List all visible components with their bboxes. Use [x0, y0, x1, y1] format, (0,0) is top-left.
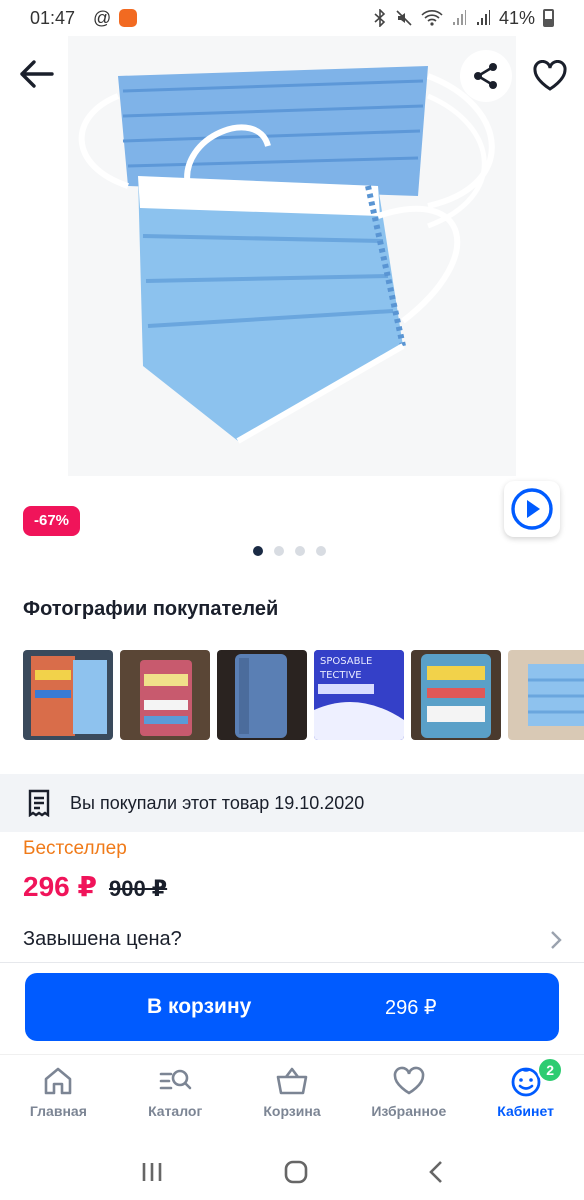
share-icon	[474, 63, 497, 89]
play-video-button[interactable]	[504, 481, 560, 537]
pagination-dot[interactable]	[253, 546, 263, 556]
home-button-icon[interactable]	[283, 1159, 309, 1185]
basket-icon	[276, 1067, 308, 1095]
buyer-photo-thumb[interactable]	[23, 650, 113, 740]
price-too-high-link[interactable]: Завышена цена?	[23, 928, 563, 951]
signal-icon	[452, 10, 466, 25]
bluetooth-icon	[374, 9, 386, 27]
status-bar: 01:47 @ 41%	[0, 0, 584, 36]
buyer-photos-strip[interactable]: SPOSABLE TECTIVE	[23, 650, 584, 740]
buyer-photo-thumb[interactable]: SPOSABLE TECTIVE	[314, 650, 404, 740]
tab-label: Избранное	[371, 1103, 447, 1119]
price-row: 296 ₽ 900 ₽	[23, 870, 167, 903]
price-question-text: Завышена цена?	[23, 928, 182, 950]
tab-label: Каталог	[148, 1103, 203, 1119]
chevron-right-icon	[549, 930, 563, 950]
svg-text:TECTIVE: TECTIVE	[319, 670, 362, 681]
pagination-dot[interactable]	[274, 546, 284, 556]
tab-favorites[interactable]: Избранное	[350, 1055, 467, 1144]
notification-badge: 2	[537, 1057, 564, 1083]
battery-percent: 41%	[498, 7, 535, 28]
back-button[interactable]	[14, 52, 58, 96]
status-at: @	[93, 7, 112, 28]
favorite-button[interactable]	[524, 50, 576, 102]
tab-cart[interactable]: Корзина	[234, 1055, 351, 1144]
face-mask-illustration	[68, 36, 516, 476]
buyer-photo-thumb[interactable]	[508, 650, 584, 740]
buyer-photo-thumb[interactable]	[120, 650, 210, 740]
back-nav-icon[interactable]	[428, 1160, 444, 1184]
play-circle-icon	[511, 488, 553, 530]
discount-badge: -67%	[23, 506, 81, 536]
tab-label: Главная	[29, 1103, 87, 1119]
price-current: 296 ₽	[23, 871, 97, 902]
pagination-dot[interactable]	[295, 546, 305, 556]
arrow-left-icon	[20, 60, 54, 88]
recent-apps-icon[interactable]	[140, 1161, 164, 1183]
tab-catalog[interactable]: Каталог	[117, 1055, 234, 1144]
buyer-photo-thumb[interactable]	[217, 650, 307, 740]
add-to-cart-label: В корзину	[147, 995, 252, 1018]
bottom-tab-bar: Главная Каталог Корзина Избранное 2 Каби…	[0, 1054, 584, 1144]
receipt-icon	[28, 789, 50, 817]
heart-icon	[393, 1066, 425, 1095]
mute-icon	[396, 10, 412, 26]
add-to-cart-button[interactable]: В корзину 296 ₽	[25, 973, 559, 1041]
notification-app-icon	[119, 9, 138, 27]
buyer-photo-thumb[interactable]	[411, 650, 501, 740]
share-button[interactable]	[460, 50, 512, 102]
status-time: 01:47	[30, 7, 76, 28]
price-old: 900 ₽	[108, 876, 168, 901]
catalog-search-icon	[159, 1069, 192, 1090]
gallery-pagination	[253, 546, 326, 556]
buyer-photos-title: Фотографии покупателей	[23, 598, 279, 620]
product-image[interactable]	[68, 36, 516, 476]
add-to-cart-price: 296 ₽	[385, 996, 437, 1019]
divider	[0, 962, 584, 963]
signal-icon-2	[476, 10, 490, 25]
purchase-history-note: Вы покупали этот товар 19.10.2020	[0, 774, 584, 832]
battery-icon	[543, 9, 554, 27]
tab-label: Кабинет	[497, 1103, 554, 1119]
wifi-icon	[421, 10, 443, 26]
svg-text:SPOSABLE: SPOSABLE	[320, 656, 372, 667]
bestseller-label: Бестселлер	[23, 838, 127, 859]
system-nav-bar	[0, 1144, 584, 1200]
tab-label: Корзина	[263, 1103, 321, 1119]
tab-profile[interactable]: 2 Кабинет	[467, 1055, 584, 1144]
purchase-note-text: Вы покупали этот товар 19.10.2020	[70, 792, 365, 813]
pagination-dot[interactable]	[316, 546, 326, 556]
tab-home[interactable]: Главная	[0, 1055, 117, 1144]
heart-icon	[533, 60, 567, 91]
home-icon	[45, 1067, 72, 1095]
